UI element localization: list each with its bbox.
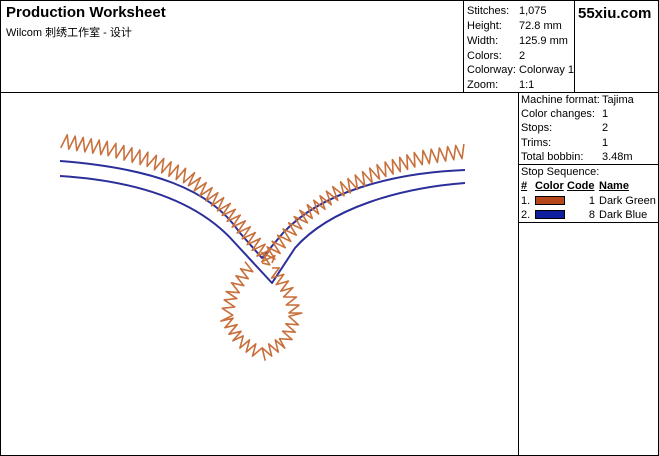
zoom-label: Zoom: bbox=[467, 79, 499, 91]
run-line-outer bbox=[59, 175, 466, 284]
stop-row-2-swatch bbox=[535, 210, 565, 219]
run-line-inner bbox=[59, 160, 466, 259]
color-changes-label: Color changes: bbox=[521, 108, 595, 120]
satin-diamond-loop bbox=[220, 261, 303, 361]
stop-row-2-index: 2. bbox=[521, 209, 531, 221]
colorway-value: Colorway 1 bbox=[519, 64, 575, 76]
machine-format-label: Machine format: bbox=[521, 94, 600, 106]
page-subtitle: Wilcom 刺绣工作室 - 设计 bbox=[6, 27, 132, 39]
zoom-value: 1:1 bbox=[519, 79, 535, 91]
stops-value: 2 bbox=[602, 122, 609, 134]
stop-row-2-name: Dark Blue bbox=[599, 209, 648, 221]
machine-format-value: Tajima bbox=[602, 94, 634, 106]
stops-label: Stops: bbox=[521, 122, 553, 134]
stop-list-divider bbox=[518, 222, 659, 223]
stop-row-1-index: 1. bbox=[521, 195, 531, 207]
embroidery-design-preview bbox=[59, 134, 466, 361]
satin-left-wing bbox=[60, 134, 276, 264]
stop-header-name: Name bbox=[599, 180, 629, 192]
color-changes-value: 1 bbox=[602, 108, 609, 120]
height-label: Height: bbox=[467, 20, 502, 32]
trims-value: 1 bbox=[602, 137, 609, 149]
colorway-label: Colorway: bbox=[467, 64, 516, 76]
stop-sequence-title: Stop Sequence: bbox=[521, 166, 600, 178]
stop-row-1-code: 1 bbox=[588, 195, 595, 207]
page-title: Production Worksheet bbox=[6, 4, 166, 21]
site-logo: 55xiu.com bbox=[578, 5, 652, 22]
stop-header-num: # bbox=[521, 180, 528, 192]
stats-divider bbox=[463, 0, 464, 92]
trims-label: Trims: bbox=[521, 137, 552, 149]
stop-sequence-divider bbox=[518, 164, 659, 165]
stop-row-2-code: 8 bbox=[588, 209, 595, 221]
running-stitch-lines bbox=[59, 160, 466, 284]
info-panel-divider bbox=[518, 92, 519, 456]
colors-label: Colors: bbox=[467, 50, 502, 62]
total-bobbin-value: 3.48m bbox=[602, 151, 633, 163]
width-value: 125.9 mm bbox=[519, 35, 568, 47]
height-value: 72.8 mm bbox=[519, 20, 562, 32]
colors-value: 2 bbox=[519, 50, 526, 62]
stitches-value: 1,075 bbox=[519, 5, 547, 17]
stop-header-code: Code bbox=[567, 180, 595, 192]
stop-header-color: Color bbox=[535, 180, 564, 192]
stitches-label: Stitches: bbox=[467, 5, 510, 17]
total-bobbin-label: Total bobbin: bbox=[521, 151, 584, 163]
stop-row-1-swatch bbox=[535, 196, 565, 205]
logo-divider bbox=[574, 0, 575, 92]
stop-row-1-name: Dark Green bbox=[599, 195, 656, 207]
width-label: Width: bbox=[467, 35, 499, 47]
